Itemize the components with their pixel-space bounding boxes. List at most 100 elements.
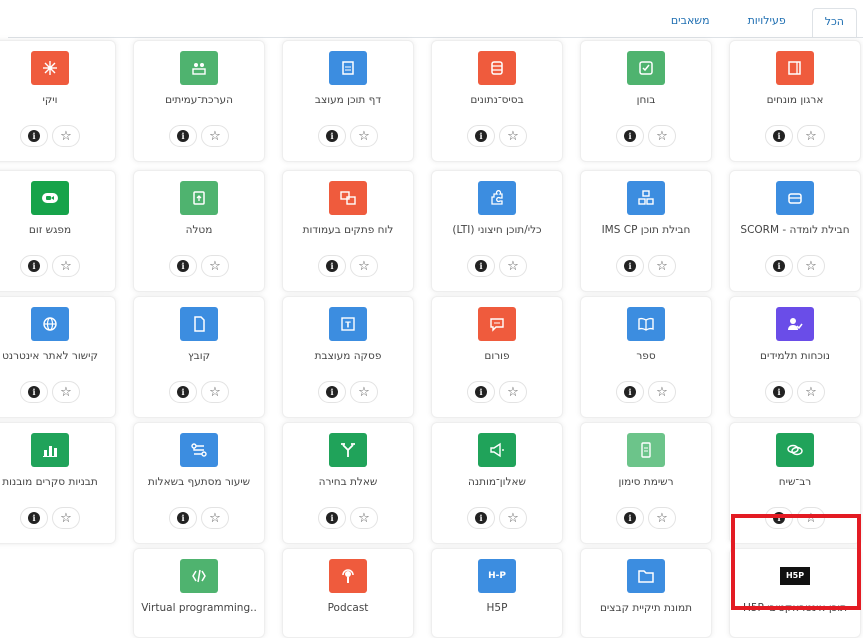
activity-card[interactable]: תבניות סקרים מובנות i ☆ [0, 422, 116, 544]
star-icon: ☆ [507, 258, 519, 274]
info-button[interactable]: i [169, 125, 197, 147]
info-button[interactable]: i [765, 255, 793, 277]
activity-card[interactable]: חבילת לומדה - SCORM i ☆ [729, 170, 861, 292]
star-button[interactable]: ☆ [648, 255, 676, 277]
star-button[interactable]: ☆ [499, 255, 527, 277]
info-button[interactable]: i [318, 125, 346, 147]
star-button[interactable]: ☆ [350, 125, 378, 147]
info-button[interactable]: i [169, 507, 197, 529]
info-icon: i [28, 260, 40, 272]
activity-card[interactable]: בסיס־נתונים i ☆ [431, 40, 563, 162]
star-button[interactable]: ☆ [350, 507, 378, 529]
activity-card[interactable]: Podcast [282, 548, 414, 638]
activity-card[interactable]: ספר i ☆ [580, 296, 712, 418]
info-button[interactable]: i [616, 507, 644, 529]
activity-card[interactable]: שאלת בחירה i ☆ [282, 422, 414, 544]
star-button[interactable]: ☆ [797, 255, 825, 277]
activity-card[interactable]: שאלון־מותנה i ☆ [431, 422, 563, 544]
activity-card[interactable]: ארגון מונחים i ☆ [729, 40, 861, 162]
star-button[interactable]: ☆ [499, 381, 527, 403]
info-button[interactable]: i [765, 381, 793, 403]
folder-icon [627, 559, 665, 593]
star-button[interactable]: ☆ [648, 507, 676, 529]
star-button[interactable]: ☆ [52, 381, 80, 403]
star-button[interactable]: ☆ [52, 255, 80, 277]
card-actions: i ☆ [20, 125, 80, 147]
star-button[interactable]: ☆ [499, 507, 527, 529]
info-button[interactable]: i [616, 125, 644, 147]
star-button[interactable]: ☆ [201, 507, 229, 529]
star-button[interactable]: ☆ [797, 507, 825, 529]
activity-label: כלי/תוכן חיצוני (LTI) [452, 224, 542, 236]
card-actions: i ☆ [318, 507, 378, 529]
star-button[interactable]: ☆ [52, 125, 80, 147]
info-button[interactable]: i [169, 381, 197, 403]
activity-label: חבילת לומדה - SCORM [740, 224, 850, 236]
star-button[interactable]: ☆ [201, 255, 229, 277]
info-button[interactable]: i [616, 381, 644, 403]
info-button[interactable]: i [169, 255, 197, 277]
tab-all[interactable]: הכל [811, 8, 857, 38]
info-button[interactable]: i [20, 381, 48, 403]
star-button[interactable]: ☆ [350, 381, 378, 403]
activity-card[interactable]: ויקי i ☆ [0, 40, 116, 162]
info-button[interactable]: i [765, 125, 793, 147]
info-button[interactable]: i [318, 381, 346, 403]
activity-card[interactable]: לוח פתקים בעמודות i ☆ [282, 170, 414, 292]
activity-card[interactable]: פורום i ☆ [431, 296, 563, 418]
star-button[interactable]: ☆ [499, 125, 527, 147]
activity-card[interactable]: נוכחות תלמידים i ☆ [729, 296, 861, 418]
card-actions: i ☆ [467, 255, 527, 277]
star-icon: ☆ [209, 384, 221, 400]
info-button[interactable]: i [467, 507, 495, 529]
info-button[interactable]: i [20, 255, 48, 277]
star-icon: ☆ [805, 384, 817, 400]
star-icon: ☆ [656, 258, 668, 274]
activity-card[interactable]: שיעור מסתעף בשאלות i ☆ [133, 422, 265, 544]
info-button[interactable]: i [20, 125, 48, 147]
info-button[interactable]: i [467, 125, 495, 147]
activity-label: פורום [484, 350, 510, 362]
star-button[interactable]: ☆ [648, 381, 676, 403]
activity-card[interactable]: מפגש זום i ☆ [0, 170, 116, 292]
activity-card[interactable]: מטלה i ☆ [133, 170, 265, 292]
star-button[interactable]: ☆ [648, 125, 676, 147]
tab-activities[interactable]: פעילויות [736, 8, 798, 38]
activity-card[interactable]: תמונת תיקיית קבצים [580, 548, 712, 638]
card-actions: i ☆ [765, 255, 825, 277]
info-button[interactable]: i [616, 255, 644, 277]
star-button[interactable]: ☆ [201, 125, 229, 147]
info-button[interactable]: i [765, 507, 793, 529]
info-button[interactable]: i [318, 507, 346, 529]
activity-label: קובץ [187, 350, 211, 362]
star-button[interactable]: ☆ [201, 381, 229, 403]
activity-card[interactable]: T פסקה מעוצבת i ☆ [282, 296, 414, 418]
star-button[interactable]: ☆ [797, 125, 825, 147]
activity-card[interactable]: קישור לאתר אינטרנט i ☆ [0, 296, 116, 418]
info-button[interactable]: i [467, 255, 495, 277]
activity-label: ויקי [42, 94, 58, 106]
activity-label: חבילת תוכן IMS CP [601, 224, 691, 236]
activity-card[interactable]: הערכת־עמיתים i ☆ [133, 40, 265, 162]
activity-card[interactable]: כלי/תוכן חיצוני (LTI) i ☆ [431, 170, 563, 292]
activity-card[interactable]: בוחן i ☆ [580, 40, 712, 162]
star-button[interactable]: ☆ [797, 381, 825, 403]
assignment-icon [180, 181, 218, 215]
info-icon: i [773, 130, 785, 142]
activity-card[interactable]: רשימת סימון i ☆ [580, 422, 712, 544]
info-icon: i [28, 130, 40, 142]
star-button[interactable]: ☆ [52, 507, 80, 529]
tab-resources[interactable]: משאבים [659, 8, 722, 38]
star-button[interactable]: ☆ [350, 255, 378, 277]
activity-card[interactable]: רב־שיח i ☆ [729, 422, 861, 544]
activity-card[interactable]: H-P H5P [431, 548, 563, 638]
info-button[interactable]: i [467, 381, 495, 403]
activity-card[interactable]: H5P תוכן אינטראקטיבי H5P [729, 548, 861, 638]
activity-card[interactable]: חבילת תוכן IMS CP i ☆ [580, 170, 712, 292]
choice-icon [329, 433, 367, 467]
info-button[interactable]: i [318, 255, 346, 277]
activity-card[interactable]: קובץ i ☆ [133, 296, 265, 418]
activity-card[interactable]: דף תוכן מעוצב i ☆ [282, 40, 414, 162]
activity-card[interactable]: Virtual programming.. [133, 548, 265, 638]
info-button[interactable]: i [20, 507, 48, 529]
